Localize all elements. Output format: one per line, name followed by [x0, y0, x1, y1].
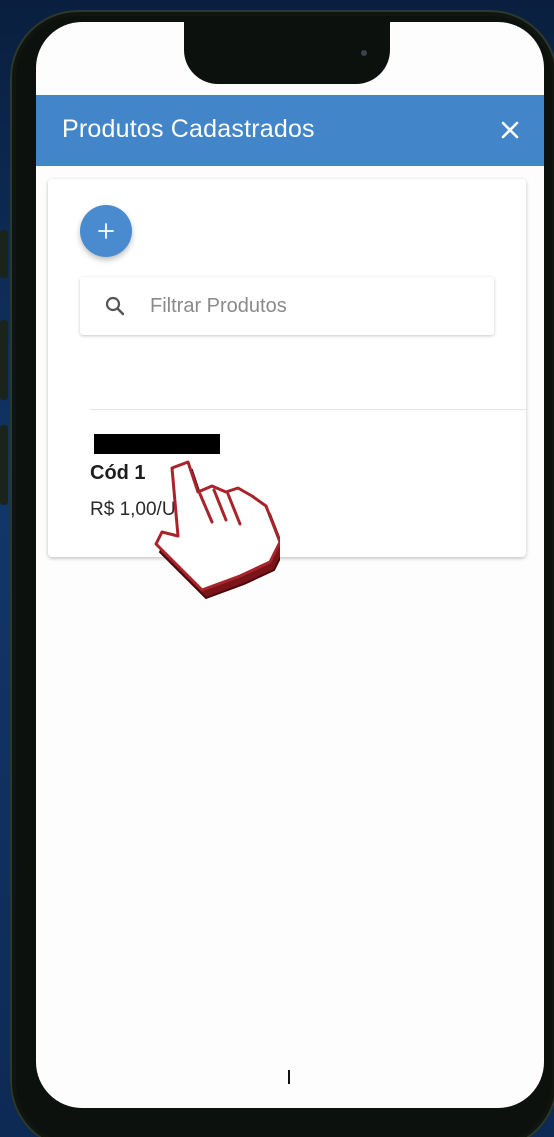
- app-bar: Produtos Cadastrados: [36, 95, 544, 166]
- page-title: Produtos Cadastrados: [62, 115, 315, 143]
- search-icon: [104, 295, 126, 317]
- add-product-button[interactable]: [80, 205, 132, 257]
- side-button-volume-down: [0, 425, 8, 505]
- product-code: Cód 1: [90, 462, 146, 484]
- side-button-volume-up: [0, 320, 8, 400]
- search-input[interactable]: [148, 293, 452, 319]
- phone-screen: Produtos Cadastrados Filtrar Produtos Có…: [36, 22, 544, 1108]
- redacted-product-name: [94, 434, 220, 454]
- close-icon: [501, 121, 519, 139]
- home-indicator: [288, 1070, 290, 1084]
- notch: [184, 22, 390, 84]
- list-divider: [90, 409, 526, 410]
- camera-dot: [361, 50, 367, 56]
- plus-icon: [98, 223, 114, 239]
- close-button[interactable]: [496, 116, 524, 144]
- products-card: Cód 1 R$ 1,00/U: [48, 179, 526, 557]
- side-button-mute: [0, 230, 8, 278]
- product-price: R$ 1,00/U: [90, 499, 176, 520]
- search-box[interactable]: [80, 277, 494, 335]
